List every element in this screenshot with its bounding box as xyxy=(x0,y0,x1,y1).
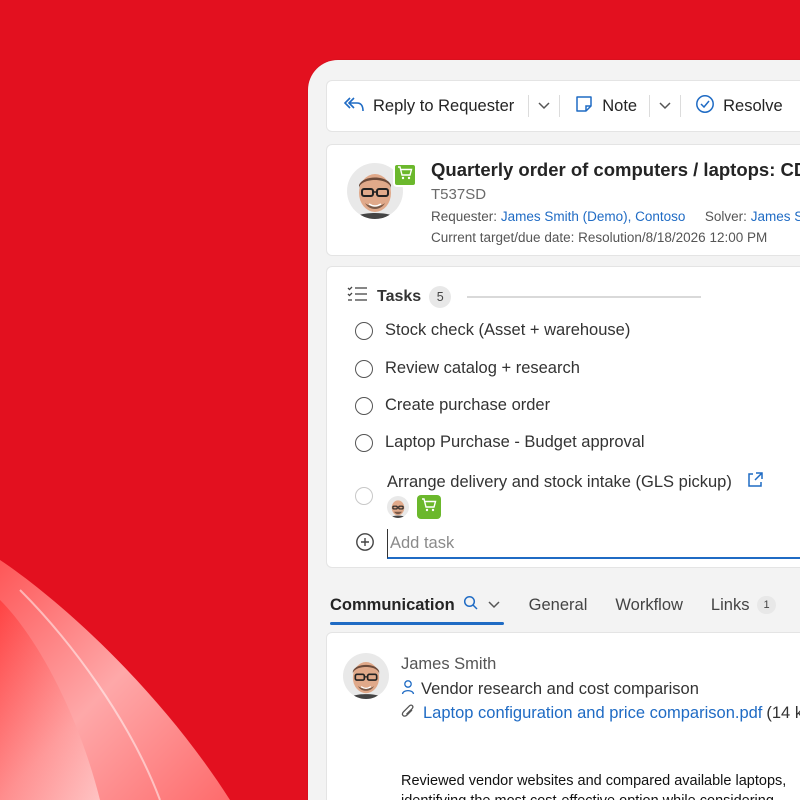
comm-subject: Vendor research and cost comparison xyxy=(421,680,699,698)
tab-communication[interactable]: Communication xyxy=(330,595,501,616)
task-label-row: Arrange delivery and stock intake (GLS p… xyxy=(387,471,764,494)
task-checkbox[interactable] xyxy=(355,359,373,378)
tab-label: Links xyxy=(710,595,750,614)
shopping-cart-icon xyxy=(421,497,437,518)
separator xyxy=(528,95,530,117)
tasks-panel: Tasks 5 Stock check (Asset + warehouse) … xyxy=(326,266,800,568)
reply-all-icon xyxy=(343,95,365,118)
task-assignees xyxy=(387,495,441,519)
note-button[interactable]: Note xyxy=(574,94,637,119)
tasks-title: Tasks xyxy=(377,287,422,305)
ticket-title: Quarterly order of computers / laptops: … xyxy=(431,159,800,180)
attachment-link[interactable]: Laptop configuration and price compariso… xyxy=(423,704,762,723)
reply-to-requester-button[interactable]: Reply to Requester xyxy=(343,95,514,118)
resolve-button[interactable]: Resolve xyxy=(695,94,783,119)
requester-label: Requester: xyxy=(431,209,498,224)
attachment-size: (14 kB) xyxy=(766,704,800,722)
ticket-people: Requester: James Smith (Demo), Contoso S… xyxy=(431,209,800,224)
avatar xyxy=(387,496,409,518)
separator xyxy=(680,95,682,117)
requester-avatar-group xyxy=(347,163,417,219)
check-circle-icon xyxy=(695,94,715,119)
task-item[interactable]: Laptop Purchase - Budget approval xyxy=(355,433,645,452)
avatar xyxy=(343,653,389,699)
add-task-input[interactable] xyxy=(387,529,800,559)
separator xyxy=(559,95,561,117)
chevron-down-icon xyxy=(658,97,672,116)
person-icon xyxy=(401,679,415,700)
note-icon xyxy=(574,94,594,119)
resolve-label: Resolve xyxy=(723,96,783,115)
tab-links[interactable]: Links 1 xyxy=(711,596,776,615)
comm-body: Reviewed vendor websites and compared av… xyxy=(401,771,786,800)
task-item[interactable]: Review catalog + research xyxy=(355,359,580,378)
tasks-count-badge: 5 xyxy=(429,285,452,308)
add-task-row xyxy=(355,529,800,559)
task-label: Create purchase order xyxy=(385,396,551,414)
links-count-badge: 1 xyxy=(757,596,776,614)
task-label: Laptop Purchase - Budget approval xyxy=(385,433,645,451)
task-item[interactable]: Stock check (Asset + warehouse) xyxy=(355,321,630,340)
comm-body-line: Reviewed vendor websites and compared av… xyxy=(401,773,787,789)
tab-general[interactable]: General xyxy=(529,596,588,615)
note-dropdown-button[interactable] xyxy=(649,95,689,117)
shopping-cart-badge xyxy=(417,495,441,519)
due-date-text: Current target/due date: Resolution/8/18… xyxy=(431,230,768,245)
task-label: Arrange delivery and stock intake (GLS p… xyxy=(387,472,732,491)
tab-label: General xyxy=(528,595,588,614)
task-item[interactable]: Create purchase order xyxy=(355,396,550,415)
reply-dropdown-button[interactable] xyxy=(528,95,568,117)
attachment-row: Laptop configuration and price compariso… xyxy=(401,703,800,724)
tab-workflow[interactable]: Workflow xyxy=(615,596,683,615)
task-list-icon xyxy=(347,285,369,308)
open-external-icon[interactable] xyxy=(746,471,764,494)
requester-link[interactable]: James Smith (Demo), Contoso xyxy=(501,209,686,224)
search-icon[interactable] xyxy=(463,595,479,616)
ticket-id: T537SD xyxy=(431,186,487,203)
divider xyxy=(467,296,701,298)
task-label: Review catalog + research xyxy=(385,359,580,377)
comm-author: James Smith xyxy=(401,655,497,673)
comm-body-line: identifying the most cost-effective opti… xyxy=(401,791,786,800)
solver-link[interactable]: James Smith xyxy=(751,209,800,224)
task-checkbox[interactable] xyxy=(355,487,373,505)
command-toolbar: Reply to Requester Note Resolve xyxy=(326,80,800,132)
tab-label: Communication xyxy=(330,595,455,614)
task-label: Stock check (Asset + warehouse) xyxy=(385,321,631,339)
solver-label: Solver: xyxy=(704,209,747,224)
tab-label: Workflow xyxy=(615,595,683,614)
communication-entry: James Smith Vendor research and cost com… xyxy=(326,632,800,800)
chevron-down-icon[interactable] xyxy=(487,596,501,615)
task-checkbox[interactable] xyxy=(355,396,373,415)
add-circle-icon[interactable] xyxy=(355,532,375,557)
note-label: Note xyxy=(602,96,638,115)
shopping-cart-icon xyxy=(397,165,413,186)
comm-subject-row: Vendor research and cost comparison xyxy=(401,679,699,700)
separator xyxy=(649,95,651,117)
reply-label: Reply to Requester xyxy=(373,96,515,115)
task-checkbox[interactable] xyxy=(355,433,373,452)
tasks-header[interactable]: Tasks 5 xyxy=(347,285,452,308)
ticket-header-card: Quarterly order of computers / laptops: … xyxy=(326,144,800,256)
app-window: Reply to Requester Note Resolve Quarterl… xyxy=(308,60,800,800)
chevron-down-icon xyxy=(537,97,551,116)
task-checkbox[interactable] xyxy=(355,321,373,340)
active-tab-indicator xyxy=(330,622,504,625)
shopping-cart-badge xyxy=(393,163,417,187)
paperclip-icon xyxy=(401,703,415,724)
